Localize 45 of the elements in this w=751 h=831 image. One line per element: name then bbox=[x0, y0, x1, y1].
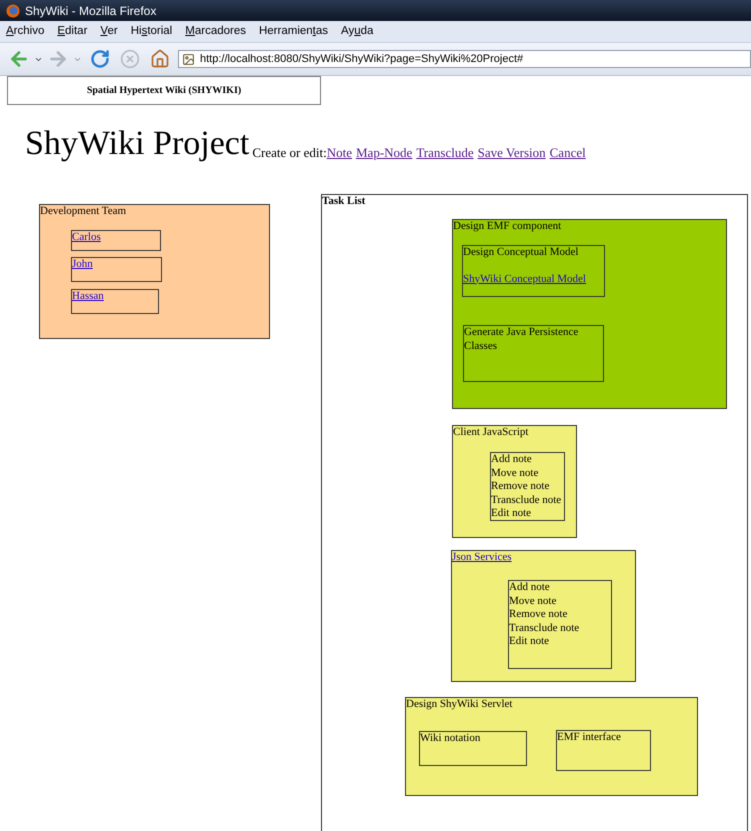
edit-link[interactable]: Map-Node bbox=[356, 143, 412, 163]
site-header: Spatial Hypertext Wiki (SHYWIKI) bbox=[7, 76, 321, 105]
page-title: ShyWiki Project bbox=[25, 125, 250, 163]
menu-item[interactable]: Marcadores bbox=[185, 22, 246, 40]
note-text: Move note bbox=[491, 466, 538, 480]
address-field[interactable]: http://localhost:8080/ShyWiki/ShyWiki?page=ShyWiki%20Project# bbox=[178, 50, 751, 68]
reload-icon[interactable] bbox=[90, 49, 110, 69]
note-text: Design ShyWiki Servlet bbox=[406, 698, 512, 712]
note-text: Transclude note bbox=[509, 622, 580, 635]
wiki-link[interactable]: Carlos bbox=[72, 231, 101, 244]
note-text: Add note bbox=[509, 581, 550, 594]
menu-item[interactable]: Archivo bbox=[6, 22, 44, 40]
menu-item[interactable]: Historial bbox=[130, 22, 172, 40]
note-text: Move note bbox=[509, 594, 556, 608]
edit-link[interactable]: Note bbox=[326, 143, 352, 163]
edit-link[interactable]: Save Version bbox=[478, 143, 546, 163]
note-text: Remove note bbox=[491, 480, 550, 494]
note-text: Add note bbox=[491, 453, 532, 466]
note-text: Wiki notation bbox=[420, 732, 480, 746]
note-text: Client JavaScript bbox=[453, 426, 528, 440]
home-icon[interactable] bbox=[150, 49, 170, 69]
wiki-link[interactable]: Json Services bbox=[452, 551, 512, 564]
menu-item[interactable]: Editar bbox=[57, 22, 88, 40]
wiki-link[interactable]: Hassan bbox=[72, 290, 104, 303]
note-text: Edit note bbox=[491, 507, 532, 520]
note-text: Design EMF component bbox=[453, 220, 562, 234]
menu-item[interactable]: Ver bbox=[100, 22, 118, 40]
menu-item[interactable]: Ayuda bbox=[341, 22, 374, 40]
menu-item[interactable]: Herramientas bbox=[258, 22, 328, 40]
note-text: Transclude note bbox=[491, 494, 562, 507]
page-icon bbox=[182, 52, 195, 66]
note-text: Remove note bbox=[509, 608, 568, 622]
note-text: EMF interface bbox=[557, 731, 621, 744]
note-heading: Task List bbox=[322, 195, 366, 208]
wiki-link[interactable]: John bbox=[72, 258, 93, 271]
note-text: Design Conceptual Model bbox=[463, 246, 578, 260]
stop-icon[interactable] bbox=[120, 49, 140, 69]
window-title: ShyWiki - Mozilla Firefox bbox=[25, 2, 156, 20]
edit-label: Create or edit: bbox=[252, 144, 327, 162]
note-text: Edit note bbox=[509, 635, 550, 648]
edit-link[interactable]: Cancel bbox=[550, 143, 586, 163]
wiki-link[interactable]: ShyWiki Conceptual Model bbox=[463, 272, 586, 286]
note-text: Generate Java Persistence Classes bbox=[464, 326, 580, 353]
edit-link[interactable]: Transclude bbox=[416, 143, 474, 163]
note-text: Development Team bbox=[40, 205, 126, 218]
